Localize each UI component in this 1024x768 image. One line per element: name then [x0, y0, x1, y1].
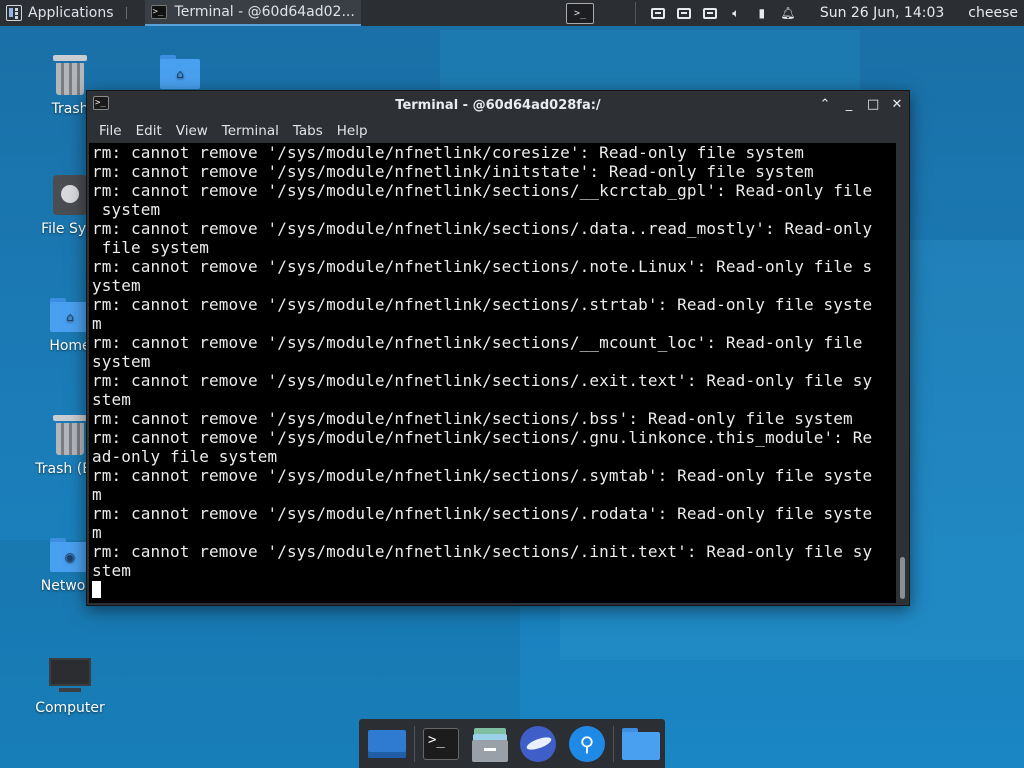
dock-terminal[interactable]: >_ — [417, 719, 466, 768]
dock: >_ ⚲ — [359, 719, 665, 768]
folder-icon — [621, 727, 660, 760]
terminal-line: rm: cannot remove '/sys/module/nfnetlink… — [92, 162, 814, 181]
terminal-line: rm: cannot remove '/sys/module/nfnetlink… — [92, 333, 863, 352]
terminal-line: ad-only file system — [92, 447, 278, 466]
desktop-computer[interactable]: Computer — [30, 658, 110, 716]
terminal-line: file system — [101, 238, 210, 257]
scrollbar-thumb[interactable] — [900, 557, 905, 599]
file-manager-icon — [471, 726, 508, 762]
menu-help[interactable]: Help — [330, 123, 375, 139]
taskbar-terminal-label: Terminal - @60d64ad02... — [174, 4, 355, 20]
home-folder-icon: ⌂ — [50, 298, 90, 332]
maximize-icon[interactable]: □ — [867, 95, 879, 115]
drive-icon — [53, 175, 87, 215]
menu-terminal[interactable]: Terminal — [215, 123, 286, 139]
dock-web-browser[interactable] — [514, 719, 563, 768]
menubar: File Edit View Terminal Tabs Help — [87, 119, 909, 143]
terminal-icon: >_ — [93, 96, 109, 110]
home-folder-icon: ⌂ — [160, 55, 200, 89]
window-title: Terminal - @60d64ad028fa:/ — [395, 97, 601, 113]
terminal-line: stem — [92, 390, 132, 409]
terminal-line: rm: cannot remove '/sys/module/nfnetlink… — [92, 409, 853, 428]
display-icon[interactable] — [650, 6, 666, 20]
terminal-line: rm: cannot remove '/sys/module/nfnetlink… — [92, 295, 873, 314]
menu-tabs[interactable]: Tabs — [286, 123, 330, 139]
terminal-line: m — [92, 485, 102, 504]
menu-edit[interactable]: Edit — [129, 123, 169, 139]
app-finder-icon: ⚲ — [568, 725, 605, 762]
terminal-line: rm: cannot remove '/sys/module/nfnetlink… — [92, 143, 804, 162]
separator-icon — [125, 7, 135, 19]
terminal-line: rm: cannot remove '/sys/module/nfnetlink… — [92, 219, 873, 238]
volume-icon[interactable]: 🔈︎ — [728, 6, 744, 20]
window-titlebar[interactable]: >_ Terminal - @60d64ad028fa:/ ⌃ _ □ ✕ — [87, 91, 909, 119]
display-icon[interactable] — [702, 6, 718, 20]
terminal-line: rm: cannot remove '/sys/module/nfnetlink… — [92, 181, 873, 200]
terminal-scrollbar[interactable] — [898, 143, 907, 603]
computer-icon — [49, 658, 91, 694]
applications-icon — [6, 5, 22, 21]
menu-file[interactable]: File — [92, 123, 129, 139]
terminal-line: rm: cannot remove '/sys/module/nfnetlink… — [92, 542, 873, 561]
minimize-icon[interactable]: _ — [843, 95, 855, 115]
terminal-icon: >_ — [422, 727, 459, 760]
terminal-line: rm: cannot remove '/sys/module/nfnetlink… — [92, 504, 873, 523]
window-controls: ⌃ _ □ ✕ — [819, 95, 903, 115]
terminal-line: ystem — [92, 276, 141, 295]
terminal-cursor — [92, 581, 101, 598]
notification-bell-icon[interactable]: 🔔︎ — [780, 6, 796, 20]
menu-view[interactable]: View — [169, 123, 215, 139]
dock-app-finder[interactable]: ⚲ — [563, 719, 612, 768]
clock[interactable]: Sun 26 Jun, 14:03 — [820, 5, 944, 21]
terminal-text: rm: cannot remove '/sys/module/nfnetlink… — [89, 143, 896, 599]
dock-file-manager[interactable] — [465, 719, 514, 768]
terminal-line: m — [92, 314, 102, 333]
close-icon[interactable]: ✕ — [891, 95, 903, 115]
tray-separator — [634, 2, 636, 24]
desktop-icon-label: Computer — [35, 700, 105, 716]
show-desktop-icon — [368, 729, 407, 758]
terminal-line: rm: cannot remove '/sys/module/nfnetlink… — [92, 428, 873, 447]
terminal-line: system — [101, 200, 161, 219]
dock-separator — [413, 725, 415, 762]
terminal-output[interactable]: rm: cannot remove '/sys/module/nfnetlink… — [89, 143, 896, 603]
applications-label: Applications — [28, 5, 114, 21]
terminal-window[interactable]: >_ Terminal - @60d64ad028fa:/ ⌃ _ □ ✕ Fi… — [86, 90, 910, 606]
terminal-icon: >_ — [150, 5, 167, 19]
top-panel: Applications >_ Terminal - @60d64ad02...… — [0, 0, 1024, 26]
terminal-line: rm: cannot remove '/sys/module/nfnetlink… — [92, 466, 873, 485]
trash-icon — [53, 415, 87, 455]
web-browser-icon — [520, 725, 557, 762]
shade-icon[interactable]: ⌃ — [819, 95, 831, 115]
terminal-line: stem — [92, 561, 132, 580]
taskbar-terminal-button[interactable]: >_ Terminal - @60d64ad02... — [144, 0, 361, 26]
dock-separator — [613, 725, 615, 762]
system-tray: 🔈︎ ▮ 🔔︎ Sun 26 Jun, 14:03 cheese — [634, 0, 1024, 26]
terminal-line: rm: cannot remove '/sys/module/nfnetlink… — [92, 257, 873, 276]
terminal-launcher-icon[interactable]: >_ — [566, 3, 594, 24]
network-folder-icon: ◉ — [50, 538, 90, 572]
applications-menu-button[interactable]: Applications — [0, 0, 141, 26]
display-icon[interactable] — [676, 6, 692, 20]
trash-icon — [53, 55, 87, 95]
terminal-line: rm: cannot remove '/sys/module/nfnetlink… — [92, 371, 873, 390]
user-menu[interactable]: cheese — [968, 5, 1018, 21]
battery-icon[interactable]: ▮ — [754, 6, 770, 20]
dock-folder[interactable] — [616, 719, 665, 768]
terminal-line: m — [92, 523, 102, 542]
terminal-line: system — [92, 352, 151, 371]
dock-show-desktop[interactable] — [363, 719, 412, 768]
desktop-home-folder-partial[interactable]: ⌂ — [140, 55, 220, 89]
